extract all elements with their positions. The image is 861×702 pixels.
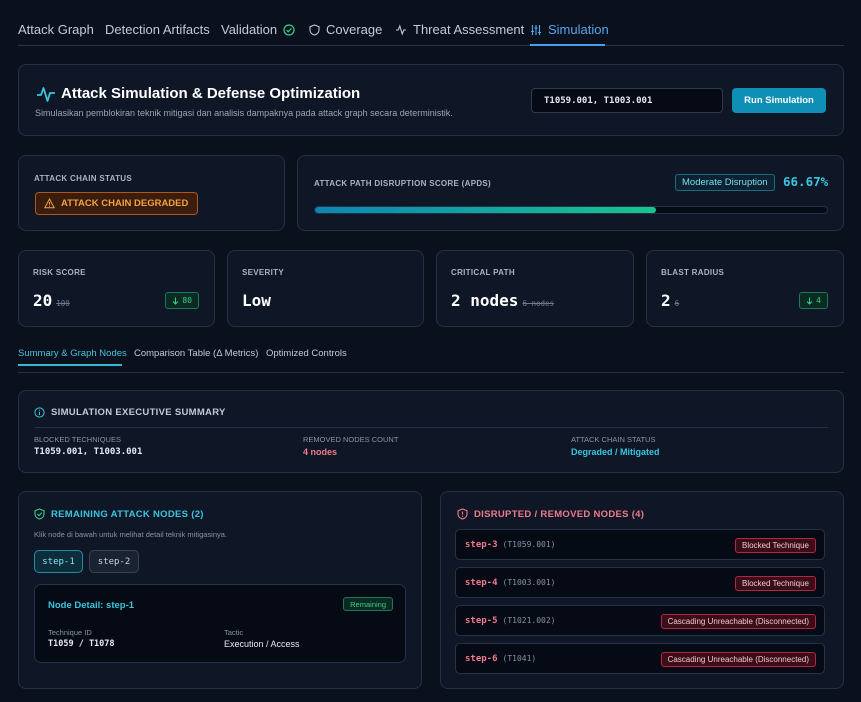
tab-attack-graph[interactable]: Attack Graph <box>18 22 94 37</box>
subtab-comparison[interactable]: Comparison Table (Δ Metrics) <box>134 348 258 359</box>
warning-icon <box>44 198 55 209</box>
summary-title: SIMULATION EXECUTIVE SUMMARY <box>34 407 226 418</box>
metric-label: RISK SCORE <box>33 268 86 277</box>
remaining-badge: Remaining <box>343 597 393 611</box>
node-status-badge: Cascading Unreachable (Disconnected) <box>660 652 816 667</box>
technique-id-label: Technique ID <box>48 628 92 637</box>
pulse-icon <box>37 87 55 102</box>
apds-card: ATTACK PATH DISRUPTION SCORE (APDS) Mode… <box>297 155 844 231</box>
subtab-optimized-controls[interactable]: Optimized Controls <box>266 348 347 359</box>
node-step: step-3 (T1059.001) <box>465 540 556 550</box>
node-technique: (T1041) <box>502 654 537 663</box>
simulation-header-card: Attack Simulation & Defense Optimization… <box>18 64 844 136</box>
run-simulation-button[interactable]: Run Simulation <box>732 88 826 113</box>
main-tabs: Attack Graph Detection Artifacts Validat… <box>18 0 844 46</box>
metric-label: CRITICAL PATH <box>451 268 515 277</box>
node-step: step-5 (T1021.002) <box>465 616 556 626</box>
page-title: Attack Simulation & Defense Optimization <box>61 85 361 102</box>
delta-badge: 4 <box>799 292 828 309</box>
metric-label: SEVERITY <box>242 268 284 277</box>
blocked-techniques-label: BLOCKED TECHNIQUES <box>34 435 121 444</box>
check-circle-icon <box>283 23 295 36</box>
tactic-label: Tactic <box>224 628 244 637</box>
node-detail-title: Node Detail: step-1 <box>48 600 135 611</box>
shield-check-icon <box>34 508 45 520</box>
active-tab-indicator <box>530 44 605 46</box>
remaining-title: REMAINING ATTACK NODES (2) <box>34 508 204 520</box>
node-step: step-4 (T1003.001) <box>465 578 556 588</box>
node-technique: (T1059.001) <box>502 540 556 549</box>
node-technique: (T1003.001) <box>502 578 556 587</box>
apds-progress-bar <box>314 206 828 214</box>
removed-node-row[interactable]: step-3 (T1059.001) Blocked Technique <box>455 529 825 560</box>
metric-value: 26 <box>661 291 680 310</box>
tactic-value: Execution / Access <box>224 639 300 649</box>
shield-alert-icon <box>457 508 468 520</box>
tab-detection-artifacts[interactable]: Detection Artifacts <box>105 22 210 37</box>
removed-node-row[interactable]: step-4 (T1003.001) Blocked Technique <box>455 567 825 598</box>
arrow-down-icon <box>806 297 813 305</box>
blast-radius-card: BLAST RADIUS 26 4 <box>646 250 844 327</box>
apds-progress-fill <box>315 207 657 213</box>
node-status-badge: Blocked Technique <box>734 576 816 591</box>
node-status-badge: Cascading Unreachable (Disconnected) <box>660 614 816 629</box>
removed-nodes-card: DISRUPTED / REMOVED NODES (4) step-3 (T10… <box>440 491 844 689</box>
tab-simulation[interactable]: Simulation <box>530 22 609 37</box>
removed-node-row[interactable]: step-6 (T1041) Cascading Unreachable (Dis… <box>455 643 825 674</box>
metric-value: 2 nodes 6 nodes <box>451 291 555 310</box>
subtab-summary[interactable]: Summary & Graph Nodes <box>18 348 127 359</box>
executive-summary-card: SIMULATION EXECUTIVE SUMMARY BLOCKED TEC… <box>18 390 844 473</box>
metric-old-value: 6 <box>674 299 680 308</box>
techniques-input[interactable] <box>531 88 723 113</box>
remaining-hint: Klik node di bawah untuk melihat detail … <box>34 530 228 539</box>
apds-label: ATTACK PATH DISRUPTION SCORE (APDS) <box>314 179 492 188</box>
step-2-button[interactable]: step-2 <box>89 550 139 573</box>
removed-count-value: 4 nodes <box>303 447 338 457</box>
page-subtitle: Simulasikan pemblokiran teknik mitigasi … <box>35 108 453 118</box>
metric-value: 20 100 <box>33 291 70 310</box>
risk-score-card: RISK SCORE 20 100 80 <box>18 250 215 327</box>
chain-status-label: ATTACK CHAIN STATUS <box>34 174 132 183</box>
removed-node-row[interactable]: step-5 (T1021.002) Cascading Unreachable … <box>455 605 825 636</box>
info-icon <box>34 407 45 418</box>
node-technique: (T1021.002) <box>502 616 556 625</box>
disruption-badge: Moderate Disruption <box>675 174 775 191</box>
attack-chain-status-card: ATTACK CHAIN STATUS ATTACK CHAIN DEGRADE… <box>18 155 285 231</box>
node-step: step-6 (T1041) <box>465 654 537 664</box>
node-detail-card: Node Detail: step-1 Remaining Technique … <box>34 584 406 663</box>
critical-path-card: CRITICAL PATH 2 nodes 6 nodes <box>436 250 634 327</box>
metric-label: BLAST RADIUS <box>661 268 725 277</box>
tab-validation[interactable]: Validation <box>221 22 295 37</box>
chain-status-summary-label: ATTACK CHAIN STATUS <box>571 435 656 444</box>
metric-old-value: 100 <box>56 299 70 308</box>
removed-count-label: REMOVED NODES COUNT <box>303 435 399 444</box>
apds-score: 66.67% <box>783 174 829 189</box>
sliders-icon <box>531 24 541 35</box>
arrow-down-icon <box>173 297 179 305</box>
metric-old-value: 6 nodes <box>522 299 555 308</box>
technique-id-value: T1059 / T1078 <box>48 639 115 649</box>
severity-card: SEVERITY Low <box>227 250 424 327</box>
remaining-nodes-card: REMAINING ATTACK NODES (2) Klik node di … <box>18 491 422 689</box>
divider <box>34 427 828 428</box>
removed-title: DISRUPTED / REMOVED NODES (4) <box>457 508 644 520</box>
active-subtab-indicator <box>18 364 122 366</box>
activity-icon <box>396 23 406 36</box>
shield-icon <box>309 23 320 36</box>
step-1-button[interactable]: step-1 <box>34 550 83 573</box>
tab-threat-assessment[interactable]: Threat Assessment <box>395 22 524 37</box>
result-subtabs: Summary & Graph Nodes Comparison Table (… <box>18 345 844 373</box>
chain-status-summary-value: Degraded / Mitigated <box>571 447 660 457</box>
tab-coverage[interactable]: Coverage <box>309 22 382 37</box>
blocked-techniques-value: T1059.001, T1003.001 <box>34 447 143 457</box>
delta-badge: 80 <box>165 292 199 309</box>
node-status-badge: Blocked Technique <box>734 538 816 553</box>
status-badge: ATTACK CHAIN DEGRADED <box>35 192 199 215</box>
metric-value: Low <box>242 291 271 310</box>
